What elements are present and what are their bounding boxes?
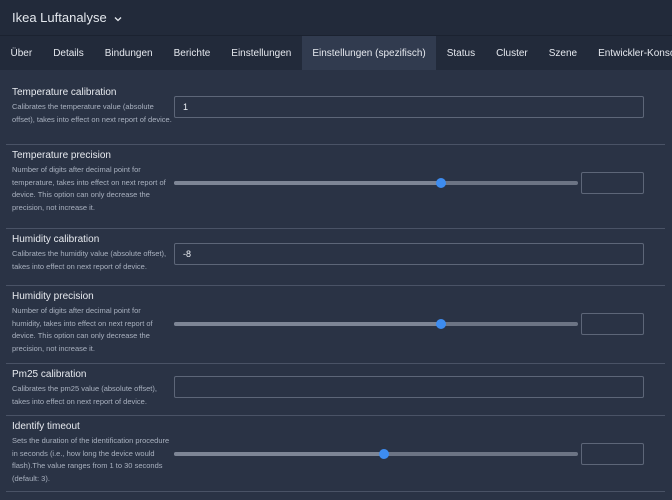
- humidity-precision-number-input[interactable]: [581, 313, 644, 335]
- tab-szene[interactable]: Szene: [538, 36, 587, 70]
- setting-control: [174, 243, 665, 265]
- setting-label: Humidity calibration: [12, 234, 100, 245]
- device-name: Ikea Luftanalyse: [12, 10, 107, 25]
- setting-info: Identify timeout Sets the duration of the…: [12, 421, 172, 485]
- setting-row-temperature-calibration: Temperature calibration Calibrates the te…: [6, 82, 665, 145]
- humidity-precision-slider[interactable]: [174, 319, 578, 329]
- setting-description: Calibrates the temperature value (absolu…: [12, 102, 172, 124]
- humidity-calibration-input[interactable]: [174, 243, 644, 265]
- setting-row-humidity-precision: Humidity precision Number of digits after…: [6, 286, 665, 364]
- pm25-calibration-input[interactable]: [174, 376, 644, 398]
- setting-label: Pm25 calibration: [12, 369, 87, 380]
- top-bar: Ikea Luftanalyse: [0, 0, 672, 35]
- setting-description: Calibrates the humidity value (absolute …: [12, 249, 167, 271]
- setting-label: Temperature calibration: [12, 87, 117, 98]
- tab-cluster[interactable]: Cluster: [486, 36, 539, 70]
- setting-control: [174, 313, 665, 335]
- tab-details[interactable]: Details: [43, 36, 95, 70]
- setting-info: Temperature precision Number of digits af…: [12, 150, 172, 214]
- setting-row-identify-timeout: Identify timeout Sets the duration of the…: [6, 416, 665, 492]
- setting-description: Number of digits after decimal point for…: [12, 165, 166, 212]
- setting-control: [174, 96, 665, 118]
- slider-fill: [174, 322, 441, 326]
- setting-control: [174, 376, 665, 398]
- setting-control: [174, 172, 665, 194]
- setting-label: Identify timeout: [12, 421, 80, 432]
- tab-status[interactable]: Status: [436, 36, 485, 70]
- temperature-calibration-input[interactable]: [174, 96, 644, 118]
- tab-bindungen[interactable]: Bindungen: [94, 36, 163, 70]
- temperature-precision-slider[interactable]: [174, 178, 578, 188]
- tab-einstellungen-spezifisch[interactable]: Einstellungen (spezifisch): [301, 36, 437, 70]
- device-selector[interactable]: Ikea Luftanalyse: [12, 10, 122, 25]
- setting-description: Sets the duration of the identification …: [12, 436, 170, 483]
- slider-thumb[interactable]: [379, 449, 390, 459]
- slider-fill: [174, 181, 441, 185]
- temperature-precision-slider-group: [174, 172, 644, 194]
- setting-row-humidity-calibration: Humidity calibration Calibrates the humid…: [6, 229, 665, 286]
- setting-row-temperature-precision: Temperature precision Number of digits af…: [6, 145, 665, 229]
- chevron-down-icon: [114, 16, 122, 21]
- tab-über[interactable]: Über: [0, 36, 43, 70]
- slider-thumb[interactable]: [435, 319, 446, 329]
- humidity-precision-slider-group: [174, 313, 644, 335]
- identify-timeout-number-input[interactable]: [581, 443, 644, 465]
- setting-description: Number of digits after decimal point for…: [12, 306, 153, 353]
- setting-description: Calibrates the pm25 value (absolute offs…: [12, 384, 157, 406]
- identify-timeout-slider-group: [174, 443, 644, 465]
- setting-row-pm25-calibration: Pm25 calibration Calibrates the pm25 valu…: [6, 364, 665, 416]
- setting-info: Humidity calibration Calibrates the humid…: [12, 234, 172, 273]
- slider-thumb[interactable]: [435, 178, 446, 188]
- setting-label: Temperature precision: [12, 150, 111, 161]
- tab-einstellungen[interactable]: Einstellungen: [221, 36, 302, 70]
- setting-control: [174, 443, 665, 465]
- setting-label: Humidity precision: [12, 291, 94, 302]
- settings-list: Temperature calibration Calibrates the te…: [0, 70, 672, 492]
- temperature-precision-number-input[interactable]: [581, 172, 644, 194]
- tab-berichte[interactable]: Berichte: [163, 36, 221, 70]
- setting-info: Temperature calibration Calibrates the te…: [12, 87, 172, 126]
- slider-fill: [174, 452, 385, 456]
- setting-info: Humidity precision Number of digits after…: [12, 291, 172, 355]
- identify-timeout-slider[interactable]: [174, 449, 578, 459]
- setting-info: Pm25 calibration Calibrates the pm25 valu…: [12, 369, 172, 408]
- tab-entwickler-konsole[interactable]: Entwickler-Konsole: [588, 36, 672, 70]
- tab-bar: Über Details Bindungen Berichte Einstellunge…: [0, 35, 672, 70]
